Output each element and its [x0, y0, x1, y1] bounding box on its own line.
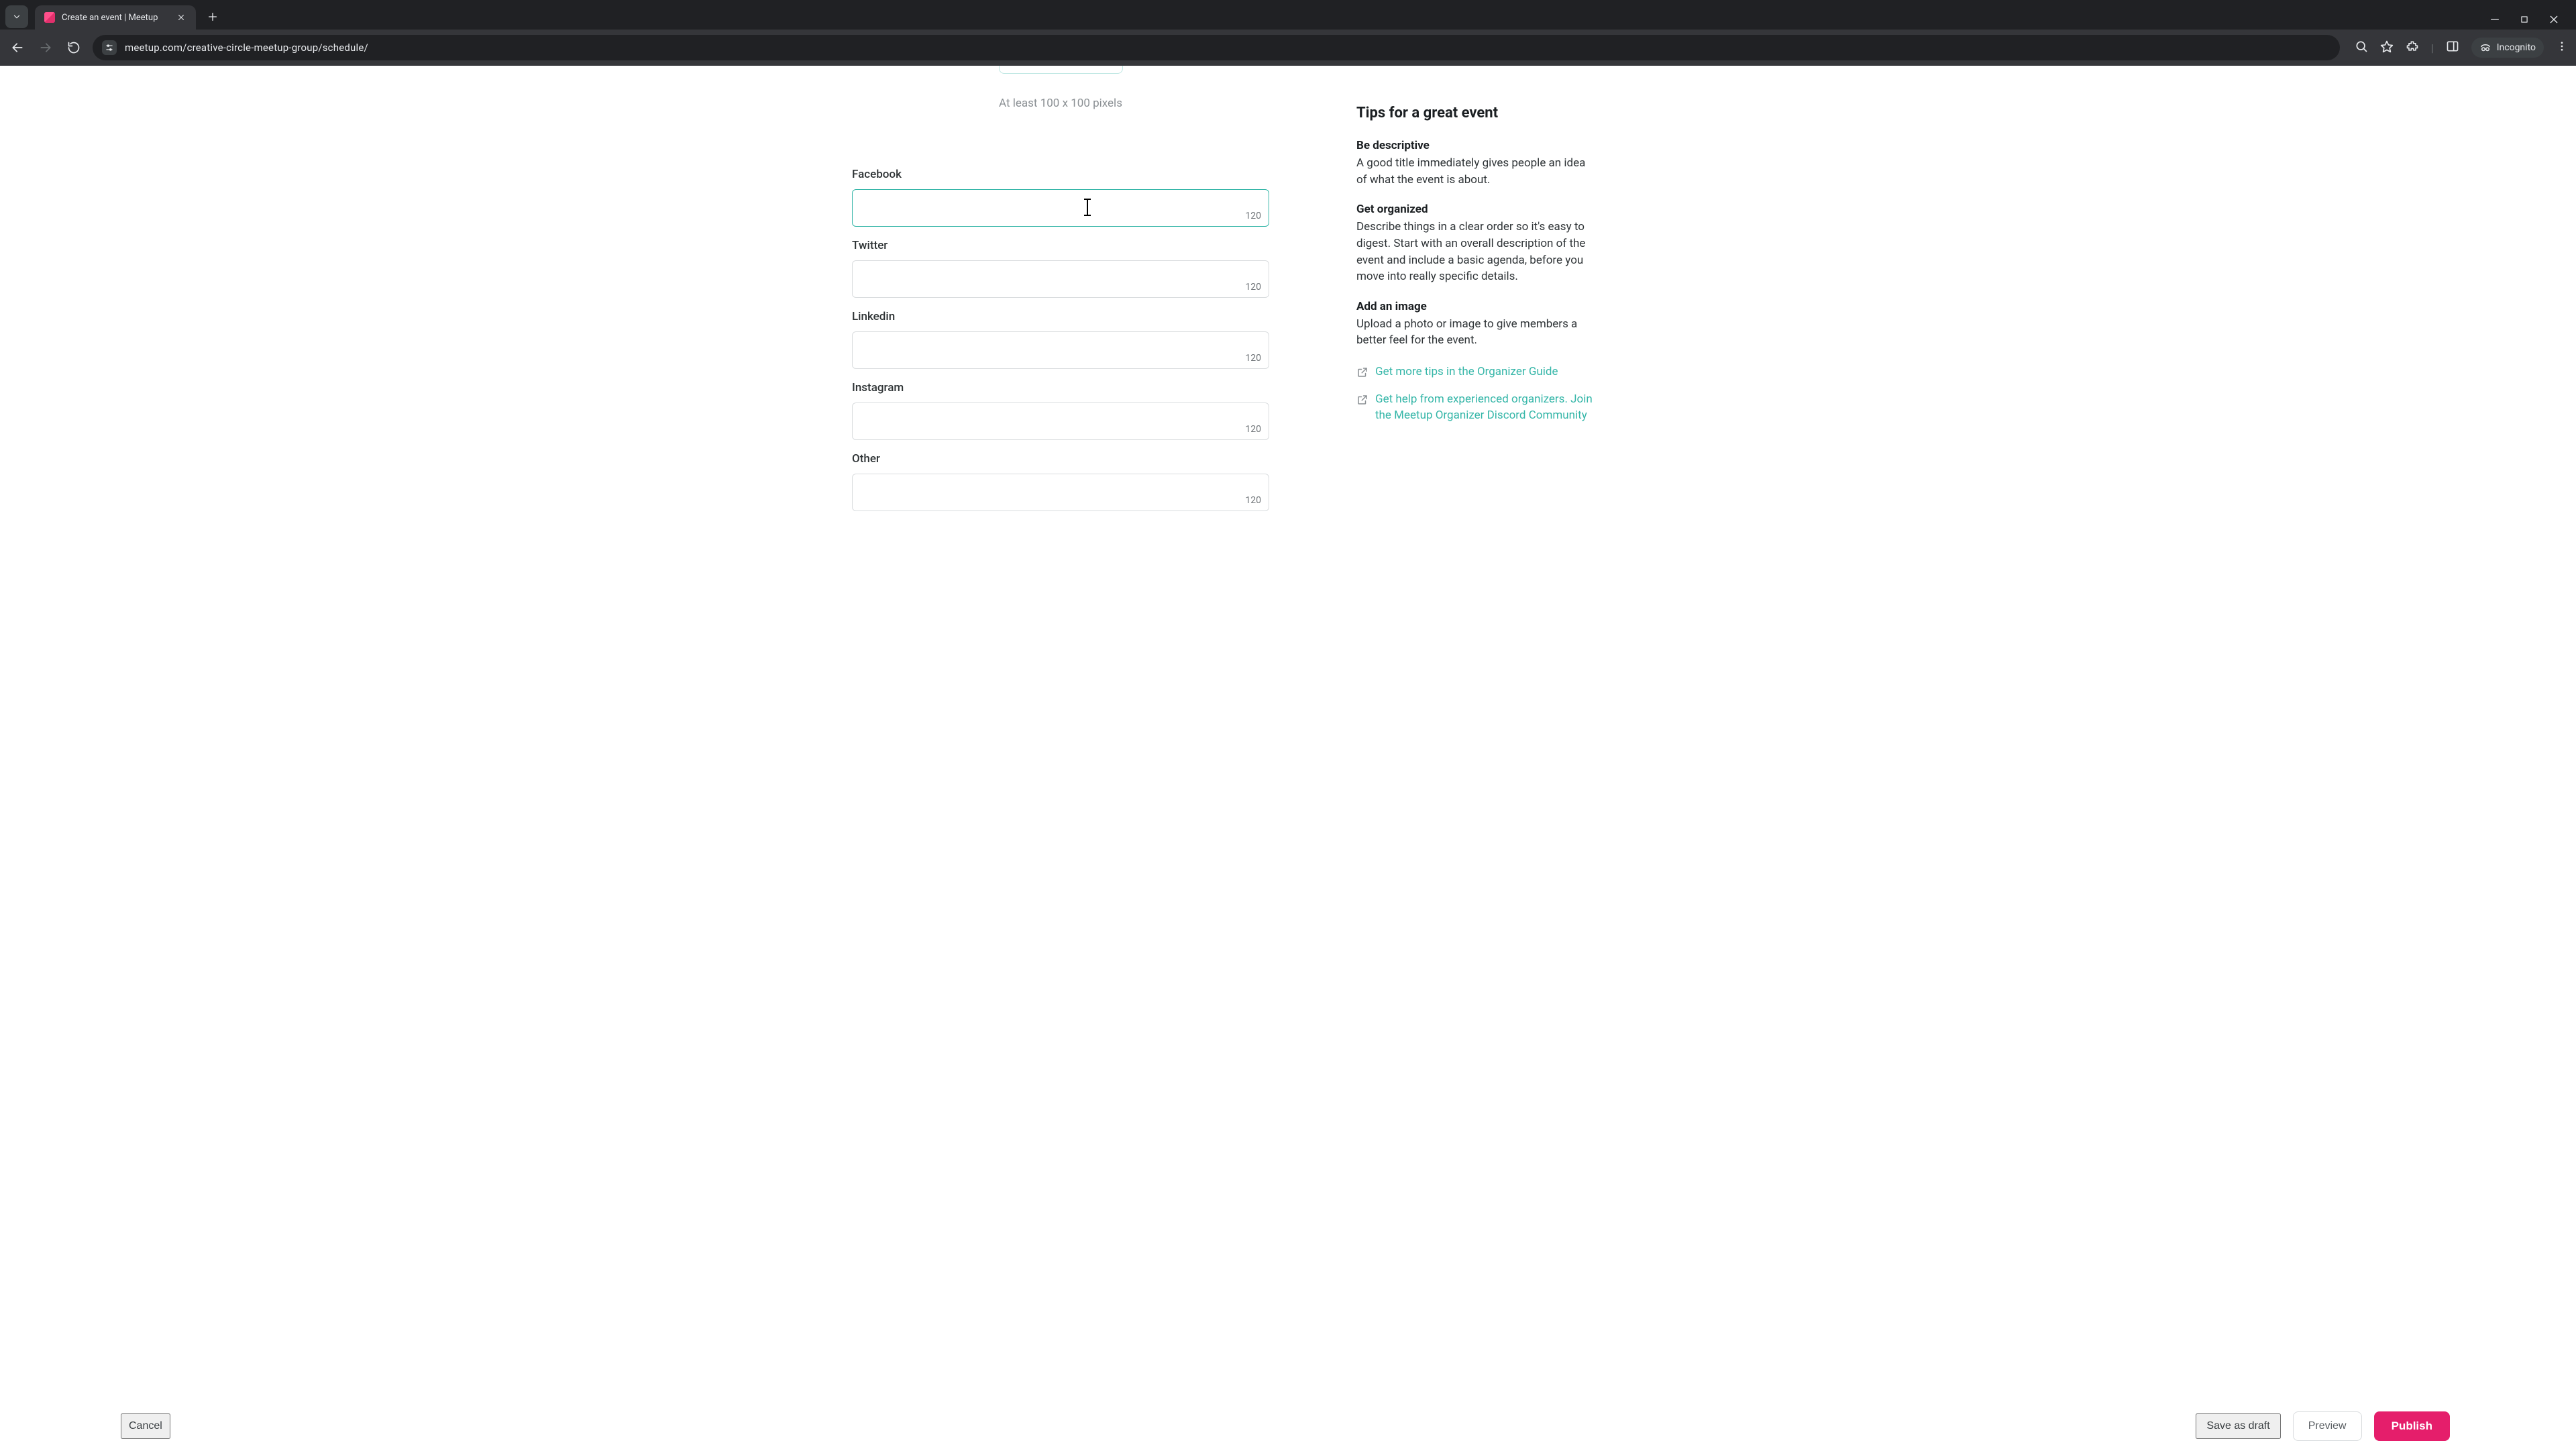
label-instagram: Instagram	[852, 381, 1269, 394]
counter-twitter: 120	[1245, 282, 1261, 292]
input-twitter[interactable]	[852, 260, 1269, 298]
external-link-icon	[1356, 394, 1368, 406]
nav-forward-button[interactable]	[36, 38, 55, 57]
tab-strip: Create an event | Meetup	[0, 0, 2576, 30]
tip-image: Add an image Upload a photo or image to …	[1356, 300, 1598, 349]
upload-box-fragment[interactable]	[999, 66, 1123, 74]
browser-menu-button[interactable]	[2556, 40, 2568, 55]
window-controls	[2489, 13, 2571, 30]
window-close-button[interactable]	[2548, 13, 2560, 25]
tip-image-body: Upload a photo or image to give members …	[1356, 316, 1598, 349]
arrow-left-icon	[11, 41, 24, 54]
nav-reload-button[interactable]	[64, 38, 83, 57]
link-organizer-guide-text: Get more tips in the Organizer Guide	[1375, 364, 1558, 380]
upload-size-hint: At least 100 x 100 pixels	[852, 97, 1269, 110]
nav-back-button[interactable]	[8, 38, 27, 57]
publish-button[interactable]: Publish	[2374, 1411, 2450, 1441]
tune-icon	[105, 43, 114, 52]
tips-column: Tips for a great event Be descriptive A …	[1356, 66, 1598, 523]
arrow-right-icon	[39, 41, 52, 54]
external-link-icon	[1356, 366, 1368, 378]
tab-close-button[interactable]	[176, 12, 186, 23]
counter-linkedin: 120	[1245, 353, 1261, 364]
kebab-icon	[2556, 40, 2568, 52]
label-other: Other	[852, 452, 1269, 466]
extensions-button[interactable]	[2406, 40, 2419, 56]
page-scroll[interactable]: At least 100 x 100 pixels Facebook 120 T…	[0, 66, 2576, 1402]
search-page-button[interactable]	[2355, 40, 2368, 56]
counter-other: 120	[1245, 495, 1261, 506]
input-other[interactable]	[852, 474, 1269, 511]
close-icon	[2548, 14, 2559, 25]
link-discord-community-text: Get help from experienced organizers. Jo…	[1375, 391, 1598, 424]
link-organizer-guide[interactable]: Get more tips in the Organizer Guide	[1356, 364, 1598, 380]
field-facebook: Facebook 120	[852, 168, 1269, 227]
url-text: meetup.com/creative-circle-meetup-group/…	[125, 42, 368, 54]
tip-descriptive-heading: Be descriptive	[1356, 139, 1598, 152]
address-bar[interactable]: meetup.com/creative-circle-meetup-group/…	[93, 35, 2340, 60]
tab-search-menu[interactable]	[5, 5, 28, 28]
field-twitter: Twitter 120	[852, 239, 1269, 298]
input-facebook[interactable]	[852, 189, 1269, 227]
input-linkedin[interactable]	[852, 331, 1269, 369]
label-twitter: Twitter	[852, 239, 1269, 252]
window-maximize-button[interactable]	[2518, 13, 2530, 25]
window-minimize-button[interactable]	[2489, 13, 2501, 25]
action-bar: Cancel Save as draft Preview Publish	[0, 1402, 2576, 1449]
counter-instagram: 120	[1245, 424, 1261, 435]
tip-organized-body: Describe things in a clear order so it's…	[1356, 219, 1598, 285]
page-viewport: At least 100 x 100 pixels Facebook 120 T…	[0, 66, 2576, 1402]
input-instagram[interactable]	[852, 402, 1269, 440]
cancel-button[interactable]: Cancel	[121, 1413, 170, 1439]
tips-title: Tips for a great event	[1356, 105, 1598, 121]
incognito-label: Incognito	[2497, 42, 2536, 53]
incognito-indicator[interactable]: Incognito	[2471, 38, 2544, 58]
close-icon	[177, 13, 185, 21]
save-draft-button[interactable]: Save as draft	[2196, 1413, 2280, 1439]
tip-image-heading: Add an image	[1356, 300, 1598, 313]
field-linkedin: Linkedin 120	[852, 310, 1269, 369]
browser-chrome: Create an event | Meetup meetup.com/crea…	[0, 0, 2576, 66]
preview-button[interactable]: Preview	[2293, 1411, 2362, 1441]
tip-organized-heading: Get organized	[1356, 203, 1598, 216]
star-icon	[2380, 40, 2394, 53]
site-info-button[interactable]	[102, 40, 117, 55]
form-column: At least 100 x 100 pixels Facebook 120 T…	[852, 66, 1269, 523]
label-linkedin: Linkedin	[852, 310, 1269, 323]
tip-descriptive-body: A good title immediately gives people an…	[1356, 155, 1598, 188]
puzzle-icon	[2406, 40, 2419, 53]
label-facebook: Facebook	[852, 168, 1269, 181]
link-discord-community[interactable]: Get help from experienced organizers. Jo…	[1356, 391, 1598, 424]
browser-tab[interactable]: Create an event | Meetup	[35, 5, 196, 30]
tab-title: Create an event | Meetup	[62, 13, 169, 23]
text-caret-icon	[1087, 200, 1088, 215]
toolbar-right-icons: | Incognito	[2355, 38, 2568, 58]
browser-toolbar: meetup.com/creative-circle-meetup-group/…	[0, 30, 2576, 66]
new-tab-button[interactable]	[203, 7, 223, 27]
counter-facebook: 120	[1245, 211, 1261, 221]
reload-icon	[67, 41, 80, 54]
meetup-favicon-icon	[44, 12, 55, 23]
search-icon	[2355, 40, 2368, 53]
side-panel-button[interactable]	[2446, 40, 2459, 56]
tip-organized: Get organized Describe things in a clear…	[1356, 203, 1598, 285]
field-instagram: Instagram 120	[852, 381, 1269, 440]
incognito-icon	[2479, 42, 2491, 54]
sidepanel-icon	[2446, 40, 2459, 53]
bookmark-button[interactable]	[2380, 40, 2394, 56]
minimize-icon	[2489, 14, 2500, 25]
chevron-down-icon	[12, 12, 21, 21]
plus-icon	[207, 11, 218, 22]
field-other: Other 120	[852, 452, 1269, 511]
tip-descriptive: Be descriptive A good title immediately …	[1356, 139, 1598, 188]
maximize-icon	[2520, 15, 2529, 24]
